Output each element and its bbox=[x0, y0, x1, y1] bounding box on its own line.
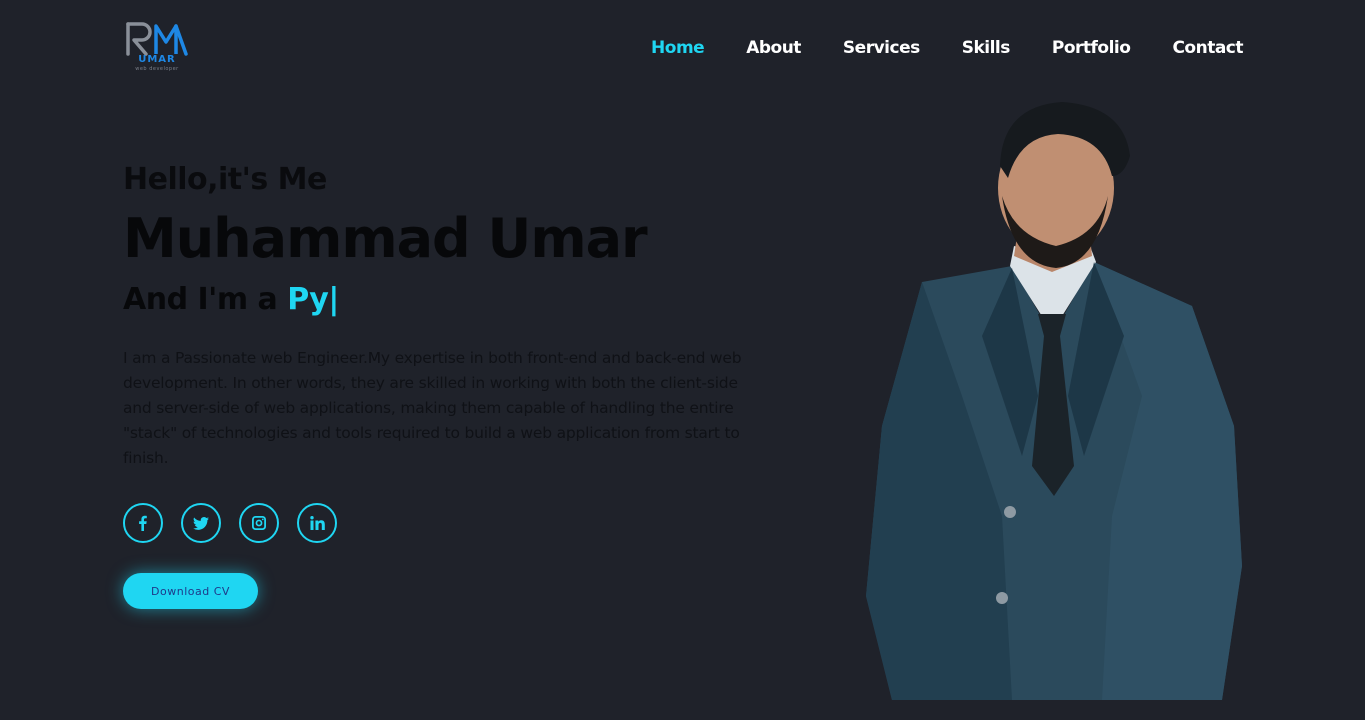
nav-about[interactable]: About bbox=[746, 36, 801, 60]
main-nav: Home About Services Skills Portfolio Con… bbox=[609, 36, 1243, 60]
facebook-link[interactable] bbox=[123, 503, 163, 543]
hero-bio: I am a Passionate web Engineer.My expert… bbox=[123, 349, 742, 467]
role-prefix: And I'm a bbox=[123, 282, 288, 317]
person-portrait-image bbox=[866, 102, 1242, 700]
typing-caret: | bbox=[328, 282, 339, 317]
profile-photo bbox=[862, 96, 1247, 700]
hero-intro: Hello,it's Me Muhammad Umar And I'm a Py… bbox=[123, 160, 773, 609]
nav-contact[interactable]: Contact bbox=[1172, 36, 1243, 60]
download-cv-button[interactable]: Download CV bbox=[123, 573, 258, 609]
nav-services[interactable]: Services bbox=[843, 36, 920, 60]
logo-tagline: web developer bbox=[135, 66, 179, 72]
linkedin-link[interactable] bbox=[297, 503, 337, 543]
hero-greeting: Hello,it's Me bbox=[123, 162, 327, 197]
hero-name: Muhammad Umar bbox=[123, 207, 648, 270]
role-typed-text: Py bbox=[287, 282, 329, 317]
instagram-icon bbox=[252, 516, 266, 530]
site-header: UMAR web developer Home About Services S… bbox=[0, 0, 1365, 100]
nav-skills[interactable]: Skills bbox=[962, 36, 1011, 60]
nav-home[interactable]: Home bbox=[651, 36, 705, 60]
twitter-link[interactable] bbox=[181, 503, 221, 543]
hero-role: And I'm a Py| bbox=[123, 280, 773, 320]
social-links bbox=[123, 503, 773, 543]
brand-logo[interactable]: UMAR web developer bbox=[124, 20, 190, 74]
facebook-icon bbox=[139, 515, 147, 531]
linkedin-icon bbox=[310, 516, 325, 530]
logo-wordmark: UMAR bbox=[138, 54, 176, 65]
instagram-link[interactable] bbox=[239, 503, 279, 543]
nav-portfolio[interactable]: Portfolio bbox=[1052, 36, 1131, 60]
twitter-icon bbox=[193, 517, 209, 530]
